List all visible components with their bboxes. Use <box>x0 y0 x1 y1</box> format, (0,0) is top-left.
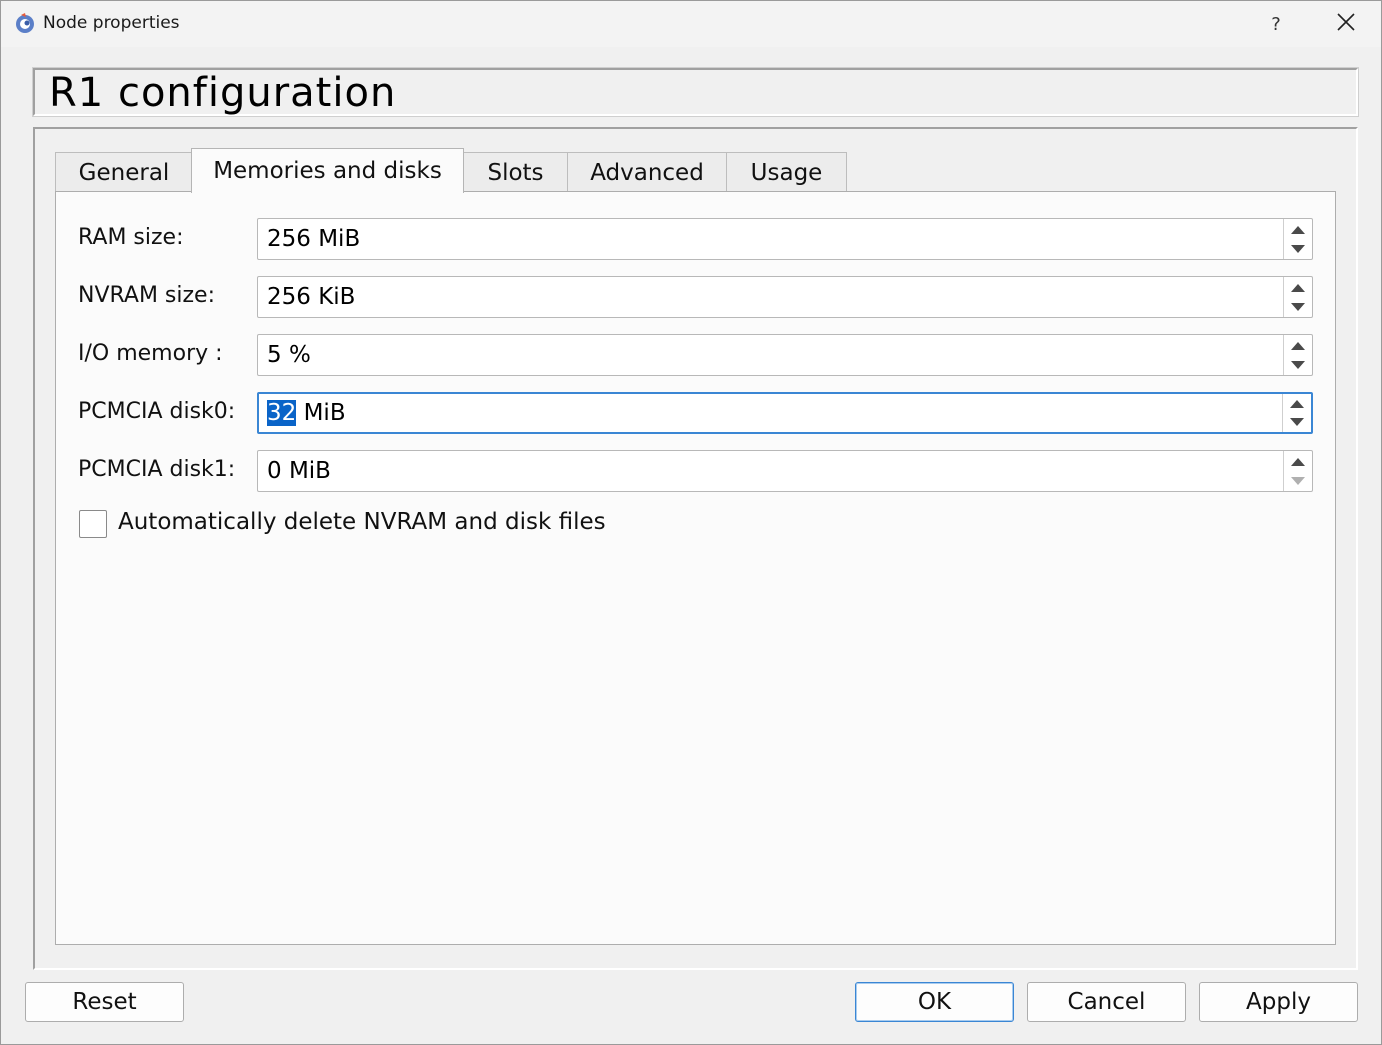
auto-delete-checkbox[interactable] <box>79 510 107 538</box>
spin-down-button[interactable] <box>1283 413 1311 432</box>
close-icon <box>1337 13 1355 35</box>
tab-usage[interactable]: Usage <box>726 152 847 192</box>
pcmcia-disk1-value[interactable]: 0 MiB <box>267 451 331 491</box>
io-memory-label: I/O memory : <box>78 341 223 366</box>
spin-up-button[interactable] <box>1284 335 1312 355</box>
io-memory-value[interactable]: 5 % <box>267 335 311 375</box>
tab-memories-and-disks[interactable]: Memories and disks <box>191 148 464 193</box>
spin-buttons <box>1283 451 1312 491</box>
nvram-size-spinbox[interactable]: 256 KiB <box>257 276 1313 318</box>
arrow-up-icon <box>1291 457 1305 466</box>
arrow-up-icon <box>1291 341 1305 350</box>
ram-size-spinbox[interactable]: 256 MiB <box>257 218 1313 260</box>
io-memory-spinbox[interactable]: 5 % <box>257 334 1313 376</box>
tab-general[interactable]: General <box>55 152 193 192</box>
arrow-up-icon <box>1291 283 1305 292</box>
spin-up-button[interactable] <box>1284 219 1312 239</box>
ram-size-value[interactable]: 256 MiB <box>267 219 360 259</box>
pcmcia-disk0-value[interactable]: 32 MiB <box>267 393 346 433</box>
close-button[interactable] <box>1323 1 1369 47</box>
ram-size-label: RAM size: <box>78 225 184 250</box>
app-icon <box>14 12 36 34</box>
arrow-down-icon <box>1290 418 1304 426</box>
spin-up-button[interactable] <box>1283 394 1311 413</box>
spin-down-button[interactable] <box>1284 239 1312 259</box>
tab-slots[interactable]: Slots <box>463 152 568 192</box>
help-button[interactable]: ? <box>1253 1 1299 47</box>
spin-buttons <box>1282 394 1311 432</box>
arrow-down-icon <box>1291 360 1305 369</box>
tab-advanced[interactable]: Advanced <box>567 152 727 192</box>
arrow-down-icon <box>1291 476 1305 485</box>
node-properties-dialog: Node properties ? R1 configuration Gener… <box>0 0 1382 1045</box>
spin-down-button[interactable] <box>1284 471 1312 491</box>
window-title: Node properties <box>43 13 180 33</box>
nvram-size-value[interactable]: 256 KiB <box>267 277 355 317</box>
arrow-down-icon <box>1291 302 1305 311</box>
apply-button[interactable]: Apply <box>1199 982 1358 1022</box>
title-bar: Node properties ? <box>1 1 1381 47</box>
config-title: R1 configuration <box>49 70 397 116</box>
spin-buttons <box>1283 219 1312 259</box>
pcmcia-disk0-label: PCMCIA disk0: <box>78 399 236 424</box>
pcmcia-disk0-spinbox[interactable]: 32 MiB <box>257 392 1313 434</box>
arrow-down-icon <box>1291 244 1305 253</box>
spin-down-button[interactable] <box>1284 297 1312 317</box>
spin-down-button[interactable] <box>1284 355 1312 375</box>
spin-buttons <box>1283 335 1312 375</box>
value-unit: MiB <box>296 400 346 426</box>
config-header: R1 configuration <box>32 67 1359 117</box>
pcmcia-disk1-label: PCMCIA disk1: <box>78 457 236 482</box>
spin-up-button[interactable] <box>1284 451 1312 471</box>
ok-button[interactable]: OK <box>855 982 1014 1022</box>
cancel-button[interactable]: Cancel <box>1027 982 1186 1022</box>
reset-button[interactable]: Reset <box>25 982 184 1022</box>
arrow-up-icon <box>1290 400 1304 408</box>
nvram-size-label: NVRAM size: <box>78 283 215 308</box>
selected-text: 32 <box>267 400 297 426</box>
pcmcia-disk1-spinbox[interactable]: 0 MiB <box>257 450 1313 492</box>
spin-up-button[interactable] <box>1284 277 1312 297</box>
arrow-up-icon <box>1291 225 1305 234</box>
spin-buttons <box>1283 277 1312 317</box>
auto-delete-checkbox-label[interactable]: Automatically delete NVRAM and disk file… <box>118 509 606 535</box>
